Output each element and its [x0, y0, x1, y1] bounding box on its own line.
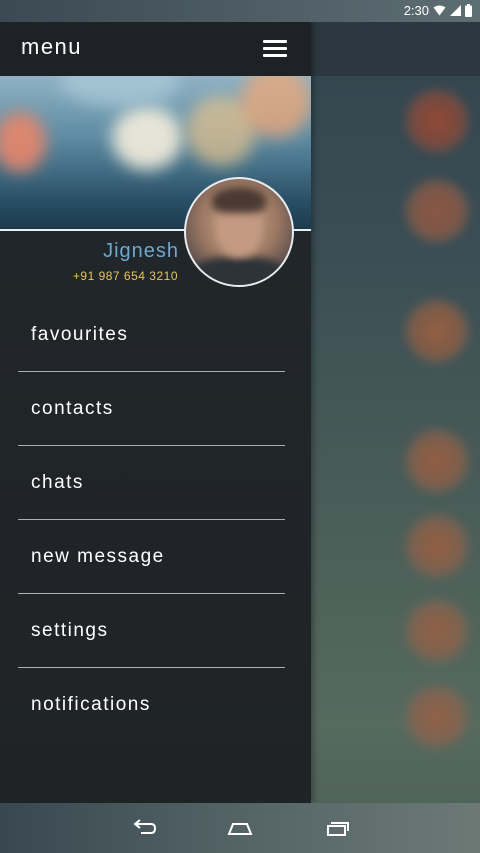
- menu-item-contacts[interactable]: contacts: [18, 372, 285, 446]
- wifi-icon: [433, 5, 446, 16]
- menu-item-new-message[interactable]: new message: [18, 520, 285, 594]
- menu-item-label: chats: [31, 472, 84, 493]
- home-icon[interactable]: [225, 816, 255, 840]
- cover-bokeh: [60, 76, 180, 106]
- background-avatar[interactable]: [406, 430, 468, 492]
- menu-item-label: new message: [31, 546, 165, 567]
- background-avatar[interactable]: [406, 180, 468, 242]
- background-avatar[interactable]: [406, 686, 468, 748]
- menu-item-settings[interactable]: settings: [18, 594, 285, 668]
- menu-item-label: settings: [31, 620, 109, 641]
- background-avatar[interactable]: [406, 515, 468, 577]
- menu-item-label: notifications: [31, 694, 151, 715]
- menu-item-notifications[interactable]: notifications: [18, 668, 285, 741]
- menu-item-chats[interactable]: chats: [18, 446, 285, 520]
- profile-phone: +91 987 654 3210: [72, 269, 178, 283]
- status-bar: 2:30: [0, 0, 480, 22]
- profile-name: Jignesh: [103, 240, 179, 262]
- background-avatar[interactable]: [406, 600, 468, 662]
- status-time: 2:30: [403, 3, 429, 18]
- background-avatar[interactable]: [406, 300, 468, 362]
- cover-bokeh: [0, 112, 46, 172]
- navigation-drawer: menu Jignesh +91 987 654 3210 favourites…: [0, 22, 311, 803]
- menu-item-label: favourites: [31, 324, 129, 345]
- menu-item-label: contacts: [31, 398, 114, 419]
- recent-apps-icon[interactable]: [322, 816, 352, 840]
- status-bar-indicators: 2:30: [404, 3, 472, 18]
- back-icon[interactable]: [129, 816, 159, 840]
- background-avatar[interactable]: [406, 90, 468, 152]
- hamburger-menu-icon[interactable]: [263, 39, 287, 59]
- signal-icon: [450, 5, 461, 16]
- drawer-menu-list: favourites contacts chats new message se…: [18, 298, 285, 741]
- drawer-title: menu: [21, 34, 83, 59]
- menu-item-favourites[interactable]: favourites: [18, 298, 285, 372]
- battery-icon: [465, 4, 472, 17]
- drawer-header: menu: [0, 22, 311, 76]
- cover-bokeh: [112, 106, 182, 170]
- profile-avatar[interactable]: [184, 177, 294, 287]
- system-navigation-bar: [0, 803, 480, 853]
